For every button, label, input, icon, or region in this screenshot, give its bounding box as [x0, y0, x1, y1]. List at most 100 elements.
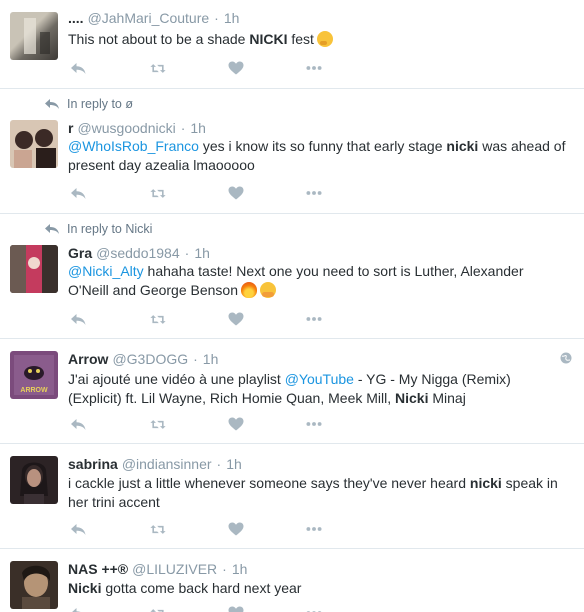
retweet-icon[interactable]: [150, 186, 166, 200]
separator: ·: [184, 245, 190, 261]
username[interactable]: @seddo1984: [96, 245, 180, 261]
separator: ·: [222, 561, 227, 577]
tweet-text: i cackle just a little whenever someone …: [68, 474, 568, 512]
tweet[interactable]: In reply to Nicki Gra @seddo1984 · 1h @N…: [0, 214, 584, 339]
tweet-text-segment: fest: [287, 31, 314, 47]
mention-link[interactable]: @WhoIsRob_Franco: [68, 138, 199, 154]
timestamp[interactable]: 1h: [194, 245, 210, 261]
tweet-header: sabrina @indiansinner · 1h: [68, 456, 242, 472]
like-heart-icon[interactable]: [228, 312, 244, 326]
retweet-icon[interactable]: [150, 606, 166, 612]
retweet-icon[interactable]: [150, 312, 166, 326]
display-name[interactable]: r: [68, 120, 73, 136]
reply-icon[interactable]: [70, 61, 86, 75]
like-heart-icon[interactable]: [228, 186, 244, 200]
tweet-header: NAS ++® @LILUZIVER · 1h: [68, 561, 247, 577]
reply-context-text: In reply to ø: [67, 97, 133, 111]
tweet-text-segment: i cackle just a little whenever someone …: [68, 475, 470, 491]
timestamp[interactable]: 1h: [232, 561, 248, 577]
separator: ·: [180, 120, 186, 136]
timestamp[interactable]: 1h: [190, 120, 206, 136]
tweet[interactable]: ARROW Arrow @G3DOGG · 1h J'ai ajouté une…: [0, 339, 584, 444]
avatar-text: ARROW: [20, 387, 48, 394]
tweet-header: Arrow @G3DOGG · 1h: [68, 351, 218, 367]
tweet-actions: [70, 312, 322, 326]
tweet-text-segment: Minaj: [428, 390, 466, 406]
separator: ·: [216, 456, 222, 472]
more-options-icon[interactable]: [306, 186, 322, 200]
avatar-image: [22, 565, 50, 609]
more-options-icon[interactable]: [306, 522, 322, 536]
hugging-face-emoji: [260, 282, 276, 298]
separator: ·: [214, 10, 219, 26]
mention-link[interactable]: @Nicki_Alty: [68, 263, 144, 279]
more-options-icon[interactable]: [306, 312, 322, 326]
tweet-header: .... @JahMari_Couture · 1h: [68, 10, 239, 26]
like-heart-icon[interactable]: [228, 522, 244, 536]
tweet[interactable]: In reply to ø r @wusgoodnicki · 1h @WhoI…: [0, 89, 584, 214]
tweet[interactable]: sabrina @indiansinner · 1h i cackle just…: [0, 444, 584, 549]
tweet-text-segment: gotta come back hard next year: [101, 580, 302, 596]
like-heart-icon[interactable]: [228, 61, 244, 75]
globe-icon[interactable]: [560, 352, 572, 364]
more-options-icon[interactable]: [306, 61, 322, 75]
avatar[interactable]: [10, 120, 58, 168]
avatar[interactable]: ARROW: [10, 351, 58, 399]
reply-arrow-icon: [45, 224, 59, 234]
display-name[interactable]: NAS ++®: [68, 561, 128, 577]
tweet[interactable]: .... @JahMari_Couture · 1h This not abou…: [0, 0, 584, 89]
tweet-actions: [70, 61, 322, 75]
avatar[interactable]: [10, 245, 58, 293]
reply-icon[interactable]: [70, 522, 86, 536]
avatar-image: [10, 245, 58, 293]
username[interactable]: @G3DOGG: [112, 351, 188, 367]
reply-context[interactable]: In reply to ø: [44, 97, 133, 111]
tweet-text-segment: This not about to be a shade: [68, 31, 250, 47]
like-heart-icon[interactable]: [228, 606, 244, 612]
tweet-text: Nicki gotta come back hard next year: [68, 579, 568, 598]
tweet-header: Gra @seddo1984 · 1h: [68, 245, 210, 261]
timestamp[interactable]: 1h: [203, 351, 219, 367]
reply-arrow-icon: [45, 99, 59, 109]
reply-icon[interactable]: [70, 417, 86, 431]
reply-icon[interactable]: [70, 312, 86, 326]
tweet-actions: [70, 186, 322, 200]
tweet-text: This not about to be a shade NICKI fest: [68, 30, 568, 49]
display-name[interactable]: ....: [68, 10, 84, 26]
avatar-image: [14, 129, 56, 168]
more-options-icon[interactable]: [306, 606, 322, 612]
tweet[interactable]: NAS ++® @LILUZIVER · 1h Nicki gotta come…: [0, 549, 584, 612]
tweet-actions: [70, 417, 322, 431]
reply-icon[interactable]: [70, 186, 86, 200]
display-name[interactable]: sabrina: [68, 456, 118, 472]
display-name[interactable]: Gra: [68, 245, 92, 261]
retweet-icon[interactable]: [150, 61, 166, 75]
username[interactable]: @LILUZIVER: [132, 561, 217, 577]
timestamp[interactable]: 1h: [226, 456, 242, 472]
retweet-icon[interactable]: [150, 522, 166, 536]
reply-context[interactable]: In reply to Nicki: [44, 222, 152, 236]
timestamp[interactable]: 1h: [224, 10, 240, 26]
avatar-image: [24, 18, 50, 54]
more-options-icon[interactable]: [306, 417, 322, 431]
avatar[interactable]: [10, 12, 58, 60]
username[interactable]: @indiansinner: [122, 456, 212, 472]
like-heart-icon[interactable]: [228, 417, 244, 431]
keyword-highlight: Nicki: [68, 580, 102, 596]
avatar-image: [20, 462, 48, 504]
username[interactable]: @wusgoodnicki: [77, 120, 175, 136]
mention-link[interactable]: @YouTube: [285, 371, 354, 387]
thinking-face-emoji: [316, 31, 333, 47]
reply-context-text: In reply to Nicki: [67, 222, 153, 236]
retweet-icon[interactable]: [150, 417, 166, 431]
username[interactable]: @JahMari_Couture: [88, 10, 210, 26]
avatar-image: ARROW: [14, 355, 54, 395]
display-name[interactable]: Arrow: [68, 351, 108, 367]
avatar[interactable]: [10, 561, 58, 609]
reply-icon[interactable]: [70, 606, 86, 612]
avatar[interactable]: [10, 456, 58, 504]
tweet-text: @Nicki_Alty hahaha taste! Next one you n…: [68, 262, 568, 300]
tweet-text: J'ai ajouté une vidéo à une playlist @Yo…: [68, 370, 568, 408]
tweet-actions: [70, 606, 322, 612]
keyword-highlight: NICKI: [249, 31, 288, 47]
